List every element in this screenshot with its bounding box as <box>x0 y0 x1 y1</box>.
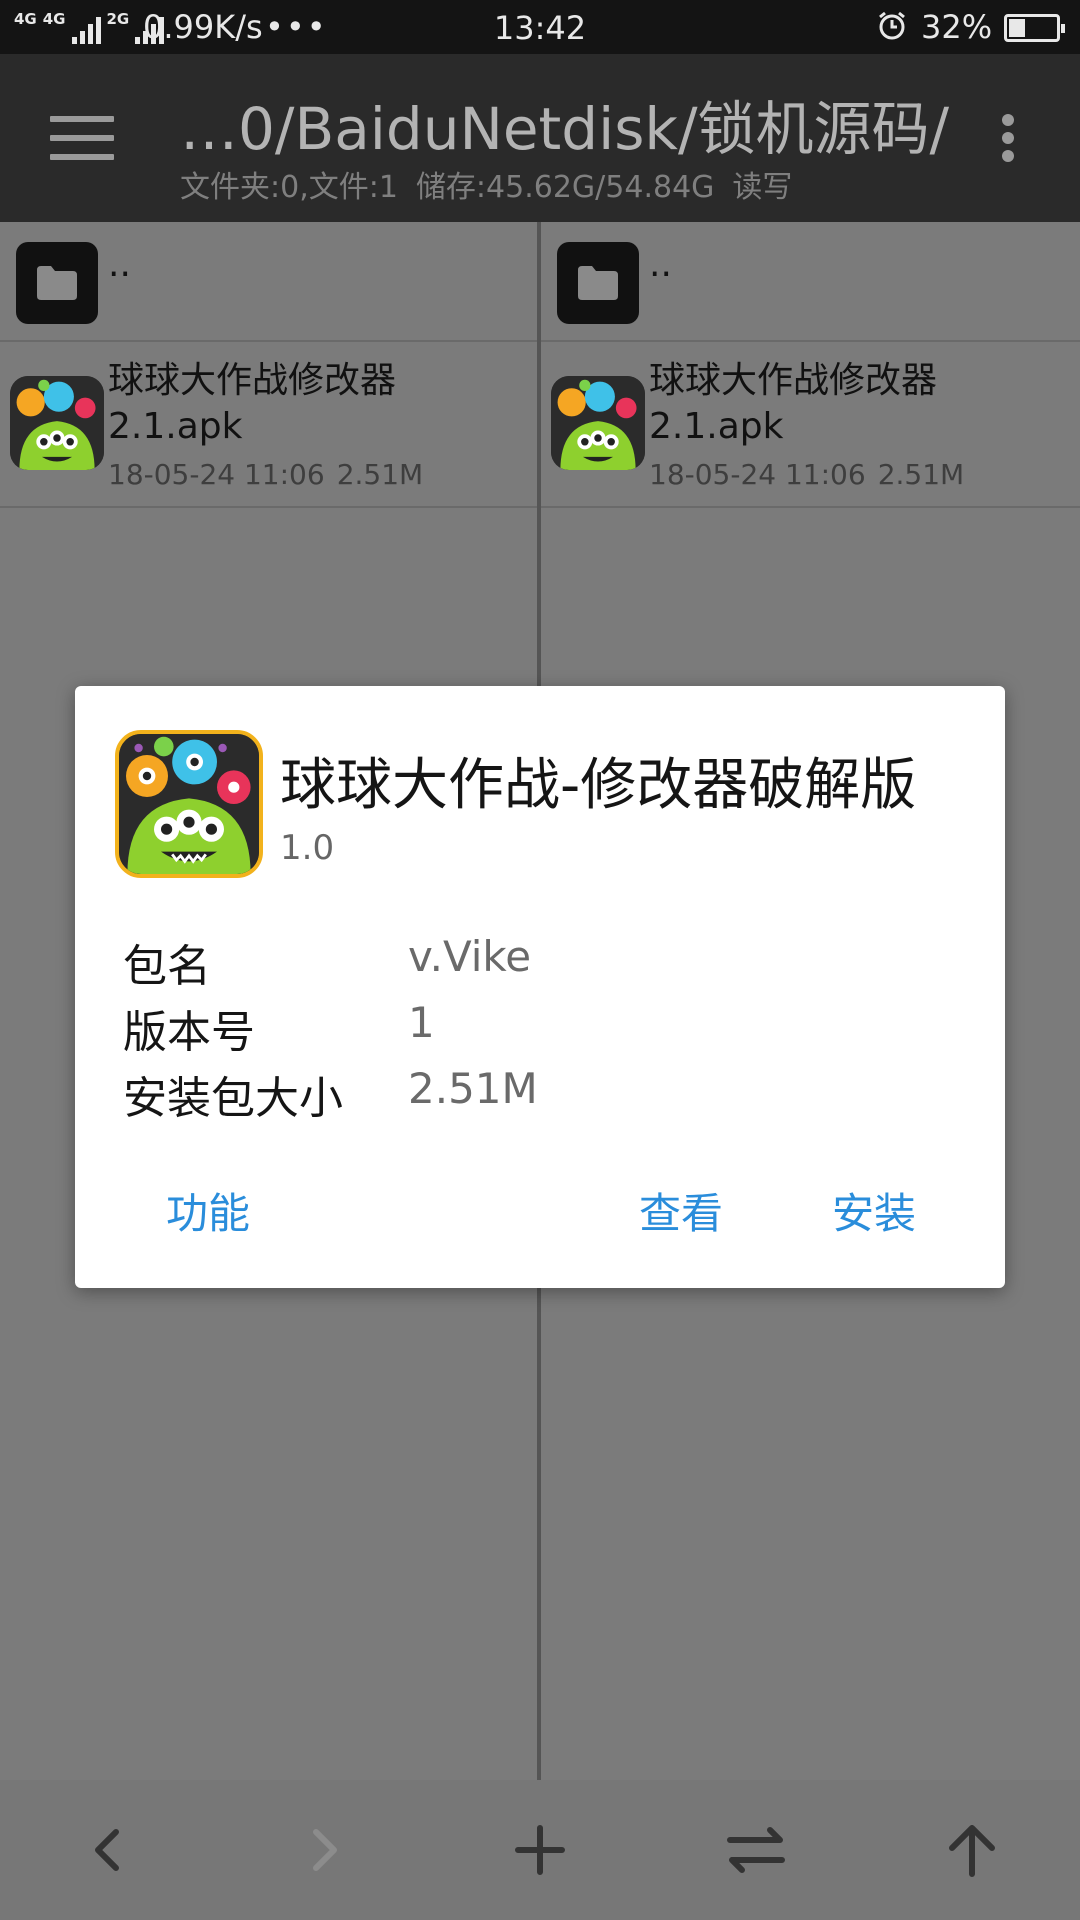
alarm-icon <box>879 11 905 40</box>
apk-app-icon <box>10 376 104 470</box>
file-size: 2.51M <box>336 458 424 491</box>
apk-info-dialog: 球球大作战-修改器破解版 1.0 包名 v.Vike 版本号 1 安装包大小 2… <box>75 686 1005 1288</box>
file-row[interactable]: 球球大作战修改器2.1.apk 18-05-24 11:06 2.51M <box>0 342 539 508</box>
swap-icon[interactable] <box>716 1810 796 1890</box>
app-toolbar: …0/BaiduNetdisk/锁机源码/ 文件夹:0,文件:1 储存:45.62… <box>0 54 1080 222</box>
folder-icon <box>557 242 639 324</box>
parent-folder-row[interactable]: .. <box>0 222 539 342</box>
file-name: 球球大作战修改器2.1.apk <box>108 360 397 447</box>
file-count: 文件夹:0,文件:1 <box>180 170 398 205</box>
dialog-title: 球球大作战-修改器破解版 <box>280 753 917 818</box>
current-path: …0/BaiduNetdisk/锁机源码/ <box>180 95 950 163</box>
app-icon <box>115 730 263 878</box>
up-arrow-icon[interactable] <box>932 1810 1012 1890</box>
file-name: 球球大作战修改器2.1.apk <box>649 360 938 447</box>
file-meta: 18-05-24 11:06 2.51M <box>108 458 435 491</box>
battery-percent: 32% <box>921 8 993 46</box>
parent-folder-label: .. <box>649 244 672 285</box>
file-date: 18-05-24 11:06 <box>108 458 325 491</box>
install-button[interactable]: 安装 <box>832 1180 916 1241</box>
file-row[interactable]: 球球大作战修改器2.1.apk 18-05-24 11:06 2.51M <box>541 342 1080 508</box>
folder-info: 文件夹:0,文件:1 储存:45.62G/54.84G 读写 <box>180 162 810 206</box>
back-arrow-icon[interactable] <box>68 1810 148 1890</box>
parent-folder-label: .. <box>108 244 131 285</box>
file-meta: 18-05-24 11:06 2.51M <box>649 458 976 491</box>
add-icon[interactable] <box>500 1810 580 1890</box>
package-name-value: v.Vike <box>408 932 532 981</box>
package-size-value: 2.51M <box>408 1064 538 1113</box>
hamburger-menu-icon[interactable] <box>50 116 114 160</box>
file-size: 2.51M <box>877 458 965 491</box>
package-name-label: 包名 <box>123 941 211 992</box>
forward-arrow-icon[interactable] <box>284 1810 364 1890</box>
dialog-version: 1.0 <box>280 828 335 868</box>
package-size-label: 安装包大小 <box>123 1073 343 1124</box>
folder-icon <box>16 242 98 324</box>
parent-folder-row[interactable]: .. <box>541 222 1080 342</box>
bottom-action-bar <box>0 1780 1080 1920</box>
overflow-menu-icon[interactable] <box>1000 114 1016 164</box>
file-date: 18-05-24 11:06 <box>649 458 866 491</box>
storage-info: 储存:45.62G/54.84G <box>415 170 715 205</box>
clock: 13:42 <box>493 9 587 47</box>
status-bar: 4G 4G 2G 0.99K/s ••• 13:42 32% <box>0 0 1080 54</box>
function-button[interactable]: 功能 <box>166 1180 250 1241</box>
access-mode: 读写 <box>732 170 793 205</box>
apk-app-icon <box>551 376 645 470</box>
view-button[interactable]: 查看 <box>639 1180 723 1241</box>
version-code-value: 1 <box>408 998 435 1047</box>
version-code-label: 版本号 <box>123 1007 255 1058</box>
battery-icon <box>1004 14 1065 42</box>
